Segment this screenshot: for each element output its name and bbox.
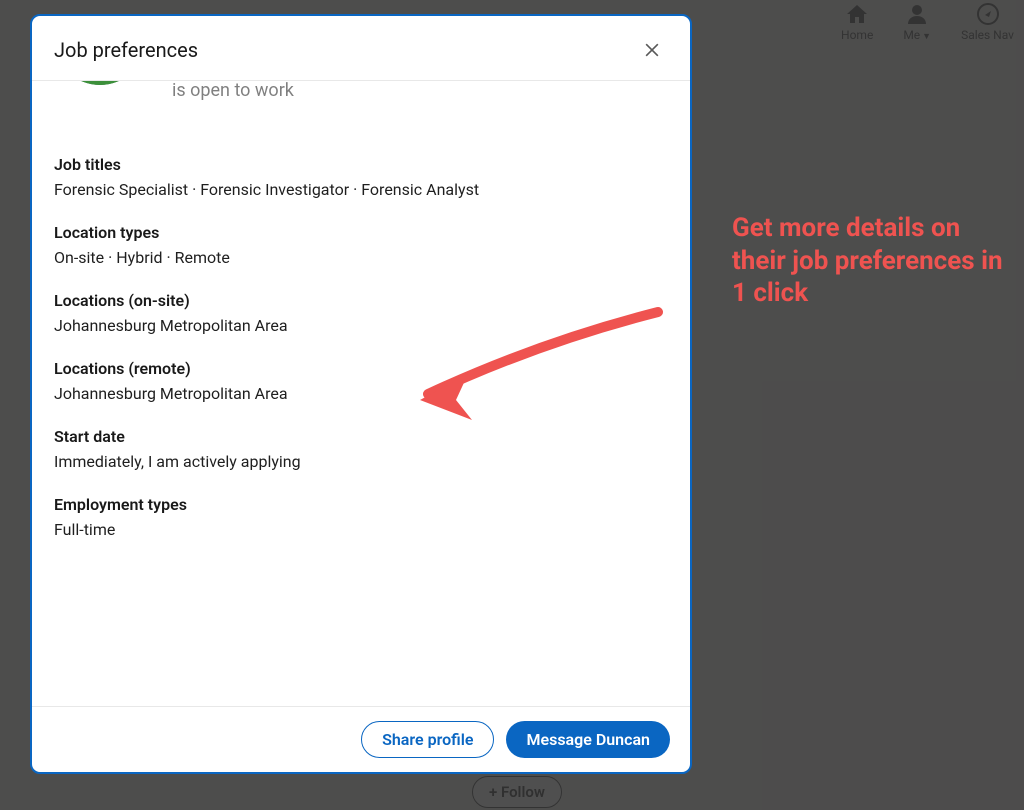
value-employment-types: Full-time <box>54 520 668 539</box>
page-wrapper: Home Me▼ Sales Nav + Follow Job preferen… <box>0 0 1024 810</box>
message-button[interactable]: Message Duncan <box>506 721 670 758</box>
open-to-work-status: is open to work <box>172 81 294 101</box>
open-to-work-ring: OPENTOWORK <box>54 81 146 85</box>
label-employment-types: Employment types <box>54 495 668 514</box>
job-preferences-modal: Job preferences OPENTOWORK is open to wo… <box>30 14 692 774</box>
label-start-date: Start date <box>54 427 668 446</box>
value-locations-onsite: Johannesburg Metropolitan Area <box>54 316 668 335</box>
section-locations-remote: Locations (remote) Johannesburg Metropol… <box>54 359 668 403</box>
value-job-titles: Forensic Specialist · Forensic Investiga… <box>54 180 668 199</box>
label-job-titles: Job titles <box>54 155 668 174</box>
close-button[interactable] <box>636 34 668 66</box>
modal-footer: Share profile Message Duncan <box>32 706 690 772</box>
value-location-types: On-site · Hybrid · Remote <box>54 248 668 267</box>
section-start-date: Start date Immediately, I am actively ap… <box>54 427 668 471</box>
section-location-types: Location types On-site · Hybrid · Remote <box>54 223 668 267</box>
section-locations-onsite: Locations (on-site) Johannesburg Metropo… <box>54 291 668 335</box>
modal-title: Job preferences <box>54 38 198 62</box>
label-locations-onsite: Locations (on-site) <box>54 291 668 310</box>
section-employment-types: Employment types Full-time <box>54 495 668 539</box>
modal-body: OPENTOWORK is open to work Job titles Fo… <box>32 81 690 706</box>
share-profile-button[interactable]: Share profile <box>361 721 494 758</box>
label-locations-remote: Locations (remote) <box>54 359 668 378</box>
close-icon <box>642 40 662 60</box>
modal-header: Job preferences <box>32 16 690 81</box>
label-location-types: Location types <box>54 223 668 242</box>
section-job-titles: Job titles Forensic Specialist · Forensi… <box>54 155 668 199</box>
annotation-callout: Get more details on their job preference… <box>732 212 1012 310</box>
value-start-date: Immediately, I am actively applying <box>54 452 668 471</box>
value-locations-remote: Johannesburg Metropolitan Area <box>54 384 668 403</box>
profile-row: OPENTOWORK is open to work <box>54 81 668 127</box>
avatar: OPENTOWORK <box>54 81 154 127</box>
